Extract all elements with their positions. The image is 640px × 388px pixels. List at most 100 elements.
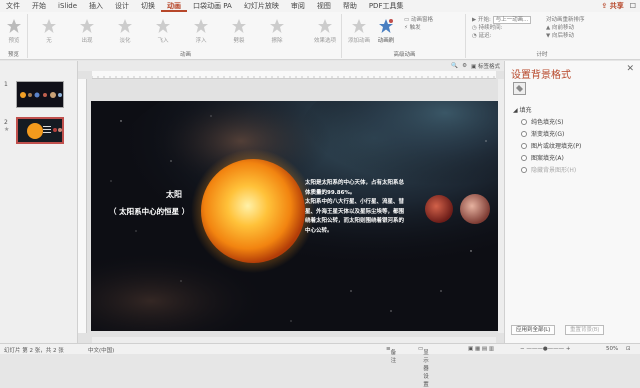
slide-number-1: 1 <box>4 81 8 88</box>
fill-option-label: 隐藏背景图形(H) <box>531 167 577 174</box>
slide-canvas[interactable]: 太阳 （ 太阳系中心的恒星 ） 太阳是太阳系的中心天体，占有太阳系总体质量的99… <box>91 101 499 331</box>
slide-animation-marker: ★ <box>4 126 10 133</box>
radio-icon[interactable] <box>521 130 527 137</box>
start-select[interactable]: 与上一动画... <box>492 16 532 24</box>
effect-options-label: 效果选项 <box>313 38 336 44</box>
fill-section-label: 填充 <box>519 107 532 114</box>
zoom-slider[interactable]: − ———●——— + <box>520 346 571 352</box>
apply-to-all-button[interactable]: 应用到全部(L) <box>511 325 556 335</box>
advanced-group-label: 高级动画 <box>393 52 416 58</box>
slide-thumbnail-pane: 1 2 ★ <box>0 61 78 343</box>
animation-gallery-item-5[interactable]: 劈裂 <box>226 18 252 44</box>
effect-options-button[interactable]: 效果选项 <box>310 18 340 44</box>
delay-row[interactable]: ◔ 延迟: <box>472 32 531 40</box>
tab-0[interactable]: 文件 <box>0 0 26 12</box>
trigger-button[interactable]: ⚡ 触发 <box>404 24 433 32</box>
tab-2[interactable]: iSlide <box>52 0 83 12</box>
vertical-ruler <box>78 79 87 333</box>
move-later-button[interactable]: ▼ 向后移动 <box>546 32 585 40</box>
animation-gallery-label: 无 <box>46 38 52 44</box>
tab-7[interactable]: 口袋动画 PA <box>187 0 238 12</box>
tab-9[interactable]: 审阅 <box>285 0 311 12</box>
display-settings-button[interactable]: ▭ 显示器设置 <box>418 346 429 388</box>
timing-group: ▶ 开始: 与上一动画... ◷ 持续时间: ◔ 延迟: 对动画重新排序 ▲ 向… <box>468 14 616 58</box>
duration-row[interactable]: ◷ 持续时间: <box>472 24 531 32</box>
fill-bucket-icon[interactable] <box>513 82 526 95</box>
radio-icon[interactable] <box>521 118 527 125</box>
timing-group-label: 计时 <box>536 52 548 58</box>
tab-12[interactable]: PDF工具集 <box>363 0 410 12</box>
preview-label: 预览 <box>8 38 20 44</box>
animation-star-icon <box>42 19 56 33</box>
language-status[interactable]: 中文(中国) <box>88 346 114 354</box>
preview-group-label: 预览 <box>7 52 19 58</box>
timing-fields: ▶ 开始: 与上一动画... ◷ 持续时间: ◔ 延迟: <box>472 16 532 40</box>
status-bar: 幻灯片 第 2 张，共 2 张 中文(中国) ≡ 备注 ▭ 显示器设置 ▣ ▦ … <box>0 343 640 388</box>
fill-option-0[interactable]: 纯色填充(S) <box>521 117 564 126</box>
fill-option-label: 纯色填充(S) <box>531 119 564 126</box>
advanced-side-list: ▭ 动画窗格 ⚡ 触发 <box>404 16 433 32</box>
reset-background-button[interactable]: 重置背景(B) <box>565 325 605 335</box>
move-earlier-label: 向前移动 <box>551 25 574 31</box>
search-icon[interactable]: 🔍 <box>451 63 458 69</box>
tab-3[interactable]: 插入 <box>83 0 109 12</box>
fill-section-header[interactable]: ◢ 填充 <box>513 105 532 114</box>
add-animation-button[interactable]: 添加动画 <box>346 18 372 44</box>
reorder-list: 对动画重新排序 ▲ 向前移动 ▼ 向后移动 <box>546 16 585 40</box>
sun-thumbnail-image <box>18 119 62 142</box>
tab-11[interactable]: 帮助 <box>337 0 363 12</box>
animation-gallery-item-4[interactable]: 浮入 <box>188 18 214 44</box>
zoom-level[interactable]: 50% <box>606 346 618 352</box>
label-format-button[interactable]: ▣ 标签格式 <box>471 62 500 70</box>
fill-option-1[interactable]: 渐变填充(G) <box>521 129 564 138</box>
view-buttons[interactable]: ▣ ▦ ▤ ▥ <box>468 346 494 352</box>
animation-star-icon <box>270 19 284 33</box>
duration-label: 持续时间: <box>478 25 503 31</box>
slide-thumbnail-2[interactable] <box>16 117 64 144</box>
fit-slide-icon[interactable]: ⊡ <box>626 346 631 352</box>
animation-gallery-item-6[interactable]: 擦除 <box>264 18 290 44</box>
slide-subtitle[interactable]: （ 太阳系中心的恒星 ） <box>109 206 189 217</box>
radio-icon[interactable] <box>521 142 527 149</box>
fill-option-4[interactable]: 隐藏背景图形(H) <box>521 165 576 174</box>
radio-icon[interactable] <box>521 166 527 173</box>
animation-gallery-label: 出现 <box>81 38 93 44</box>
sun-image <box>201 159 305 263</box>
tab-5[interactable]: 切换 <box>135 0 161 12</box>
slide-title[interactable]: 太阳 <box>166 189 182 200</box>
animation-gallery-item-3[interactable]: 飞入 <box>150 18 176 44</box>
share-button[interactable]: ⇪ 共享 <box>601 0 623 12</box>
animation-gallery-label: 擦除 <box>271 38 283 44</box>
animation-pane-button[interactable]: ▭ 动画窗格 <box>404 16 433 24</box>
tab-1[interactable]: 开始 <box>26 0 52 12</box>
tab-10[interactable]: 视图 <box>311 0 337 12</box>
delay-label: 延迟: <box>478 33 492 39</box>
move-earlier-button[interactable]: ▲ 向前移动 <box>546 24 585 32</box>
animation-star-icon <box>232 19 246 33</box>
tab-6[interactable]: 动画 <box>161 0 188 12</box>
fill-option-label: 渐变填充(G) <box>531 131 565 138</box>
close-icon[interactable]: ✕ <box>626 64 634 74</box>
tab-8[interactable]: 幻灯片放映 <box>238 0 285 12</box>
horizontal-ruler <box>92 71 496 79</box>
fill-option-3[interactable]: 图案填充(A) <box>521 153 564 162</box>
animation-star-icon <box>80 19 94 33</box>
radio-icon[interactable] <box>521 154 527 161</box>
animation-gallery-item-2[interactable]: 淡化 <box>112 18 138 44</box>
pane-title: 设置背景格式 <box>511 70 571 81</box>
planet-image-2 <box>460 194 490 224</box>
animation-gallery-label: 劈裂 <box>233 38 245 44</box>
gear-icon[interactable]: ⚙ <box>462 63 467 69</box>
fill-option-label: 图案填充(A) <box>531 155 564 162</box>
slide-thumbnail-1[interactable] <box>16 81 64 108</box>
animation-painter-button[interactable]: 动画刷 <box>374 18 398 44</box>
tab-4[interactable]: 设计 <box>109 0 135 12</box>
notes-button[interactable]: ≡ 备注 <box>386 346 396 364</box>
preview-button[interactable]: 预览 <box>1 18 27 44</box>
star-icon <box>7 19 21 33</box>
slide-body-text[interactable]: 太阳是太阳系的中心天体，占有太阳系总体质量的99.86%。 太阳系中的八大行星、… <box>305 179 405 236</box>
animation-gallery-item-1[interactable]: 出现 <box>74 18 100 44</box>
fill-option-2[interactable]: 图片或纹理填充(P) <box>521 141 581 150</box>
animation-gallery-item-0[interactable]: 无 <box>36 18 62 44</box>
comment-icon[interactable]: ☐ <box>630 0 636 12</box>
